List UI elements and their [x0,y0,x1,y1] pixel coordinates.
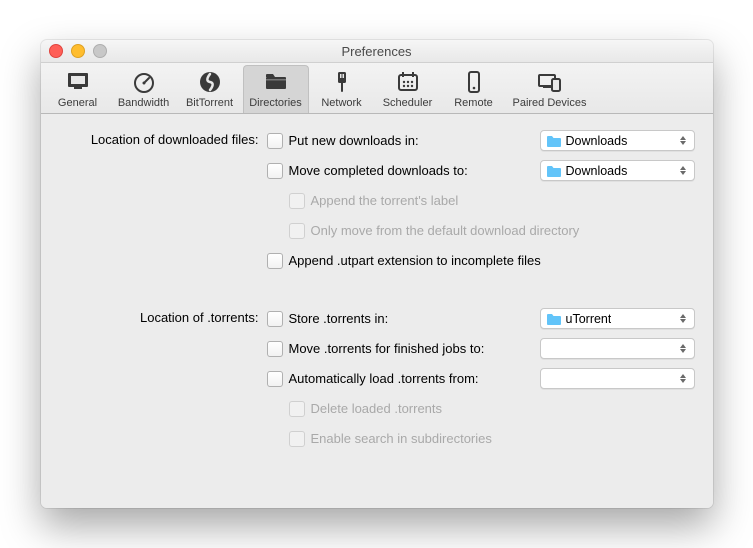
row-autoload: Automatically load .torrents from: [267,368,695,389]
tab-label: Scheduler [383,97,433,109]
tab-label: Network [321,97,361,109]
tab-label: Directories [249,97,302,109]
popup-move-finished[interactable] [540,338,695,359]
minimize-icon[interactable] [71,44,85,58]
checkbox-label: Put new downloads in: [289,133,419,148]
zoom-icon [93,44,107,58]
close-icon[interactable] [49,44,63,58]
row-put-new: Put new downloads in: Downloads [267,130,695,151]
checkbox-only-move [289,223,305,239]
popup-autoload[interactable] [540,368,695,389]
checkbox-enable-search [289,431,305,447]
checkbox-label: Automatically load .torrents from: [289,371,479,386]
tab-remote[interactable]: Remote [441,65,507,113]
section-downloaded: Location of downloaded files: Put new do… [59,130,695,280]
checkbox-label: Delete loaded .torrents [311,401,443,416]
popup-store[interactable]: uTorrent [540,308,695,329]
checkbox-append-label [289,193,305,209]
row-move-finished: Move .torrents for finished jobs to: [267,338,695,359]
section-label: Location of .torrents: [59,308,267,458]
section-torrents: Location of .torrents: Store .torrents i… [59,308,695,458]
tab-bandwidth[interactable]: Bandwidth [111,65,177,113]
section-label: Location of downloaded files: [59,130,267,280]
row-enable-search: Enable search in subdirectories [267,428,695,449]
popup-value: uTorrent [566,312,612,326]
preferences-window: Preferences General Bandwidth BitTorrent… [41,40,713,508]
checkbox-label: Enable search in subdirectories [311,431,492,446]
chevron-updown-icon [676,369,690,388]
checkbox-move-completed[interactable] [267,163,283,179]
tab-label: BitTorrent [186,97,233,109]
row-only-move: Only move from the default download dire… [267,220,695,241]
tab-bittorrent[interactable]: BitTorrent [177,65,243,113]
checkbox-store[interactable] [267,311,283,327]
checkbox-label: Move .torrents for finished jobs to: [289,341,485,356]
traffic-lights [41,44,107,58]
bandwidth-icon [131,69,157,95]
chevron-updown-icon [676,339,690,358]
remote-icon [461,69,487,95]
checkbox-put-new[interactable] [267,133,283,149]
tab-scheduler[interactable]: Scheduler [375,65,441,113]
content-area: Location of downloaded files: Put new do… [41,114,713,508]
popup-value: Downloads [566,134,628,148]
folder-icon [547,165,561,177]
paired-devices-icon [536,69,562,95]
tab-label: Paired Devices [513,97,587,109]
checkbox-autoload[interactable] [267,371,283,387]
tab-paired-devices[interactable]: Paired Devices [507,65,593,113]
general-icon [65,69,91,95]
row-utpart: Append .utpart extension to incomplete f… [267,250,695,271]
checkbox-utpart[interactable] [267,253,283,269]
popup-put-new[interactable]: Downloads [540,130,695,151]
row-delete-loaded: Delete loaded .torrents [267,398,695,419]
row-store: Store .torrents in: uTorrent [267,308,695,329]
popup-value: Downloads [566,164,628,178]
folder-icon [547,135,561,147]
tab-label: General [58,97,97,109]
chevron-updown-icon [676,131,690,150]
checkbox-delete-loaded [289,401,305,417]
checkbox-label: Only move from the default download dire… [311,223,580,238]
popup-move-completed[interactable]: Downloads [540,160,695,181]
checkbox-label: Move completed downloads to: [289,163,468,178]
chevron-updown-icon [676,309,690,328]
bittorrent-icon [197,69,223,95]
scheduler-icon [395,69,421,95]
toolbar: General Bandwidth BitTorrent Directories… [41,63,713,114]
checkbox-label: Store .torrents in: [289,311,389,326]
tab-network[interactable]: Network [309,65,375,113]
checkbox-label: Append .utpart extension to incomplete f… [289,253,541,268]
network-icon [329,69,355,95]
folder-icon [547,313,561,325]
titlebar: Preferences [41,40,713,63]
directories-icon [263,69,289,95]
window-title: Preferences [41,44,713,59]
tab-label: Remote [454,97,493,109]
chevron-updown-icon [676,161,690,180]
checkbox-label: Append the torrent's label [311,193,459,208]
tab-directories[interactable]: Directories [243,65,309,113]
row-move-completed: Move completed downloads to: Downloads [267,160,695,181]
checkbox-move-finished[interactable] [267,341,283,357]
tab-general[interactable]: General [45,65,111,113]
tab-label: Bandwidth [118,97,169,109]
row-append-label: Append the torrent's label [267,190,695,211]
